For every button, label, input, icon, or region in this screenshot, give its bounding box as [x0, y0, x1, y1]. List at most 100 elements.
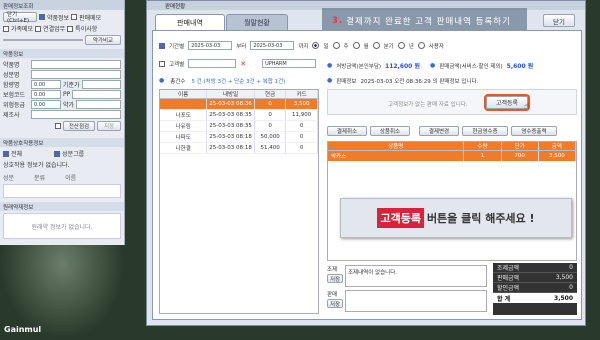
radio-label: 년 — [408, 43, 414, 50]
background-photo: Gainmul — [0, 245, 125, 340]
col-header: 분류 — [34, 175, 46, 182]
cell: 3,500 — [539, 151, 576, 161]
radio-label: 분기 — [383, 43, 394, 50]
radio-week[interactable] — [332, 42, 340, 49]
sale-value: 5,600 원 — [506, 63, 534, 70]
logo: Gainmul — [4, 325, 42, 334]
save-button[interactable]: 저장 — [97, 121, 121, 131]
sale-memo[interactable] — [345, 290, 487, 312]
close-window-button[interactable]: 닫기 — [543, 14, 575, 27]
interaction-empty: 상호작용 정보가 없습니다. — [3, 162, 70, 169]
table-row[interactable]: 나유림 25-03-03 08:35 0 0 — [160, 121, 318, 132]
dispense-memo[interactable]: 조제내역이 없습니다. — [345, 265, 487, 287]
item-row[interactable]: 박카스 1 700 3,500 — [328, 151, 576, 162]
value-field — [72, 90, 121, 99]
col-header: 이름 — [160, 90, 208, 98]
tab-sales-history[interactable]: 판매내역 — [155, 14, 225, 30]
sales-panel: 기간별 2025-03-03 부터 2025-03-03 까지 일 주 월 분기… — [152, 30, 582, 320]
linked-task-label: 연결업무 — [43, 26, 66, 33]
drug-name-field[interactable] — [31, 60, 121, 69]
col-header: 단가 — [502, 142, 539, 150]
family-memo-check[interactable] — [3, 25, 9, 32]
all-check[interactable] — [3, 150, 9, 157]
register-customer-button[interactable]: 고객등록 — [484, 94, 530, 111]
col-header: 현금 — [255, 90, 287, 98]
customer-input[interactable] — [188, 59, 237, 68]
memo-save-button[interactable]: 저장 — [327, 299, 343, 308]
memo-save-button[interactable]: 저장 — [327, 274, 343, 283]
cell — [160, 99, 208, 109]
close-button[interactable]: 닫기(Ctrl+E) — [3, 12, 37, 24]
cell: 나유림 — [160, 121, 208, 131]
cell: 50,000 — [255, 132, 287, 142]
print-receipt-button[interactable]: 영수증출력 — [511, 126, 557, 136]
cell: 51,400 — [255, 143, 287, 153]
cash-receipt-button[interactable]: 현금영수증 — [462, 126, 508, 136]
cell: 0 — [286, 132, 318, 142]
price-compare-button[interactable]: 약가비교 — [85, 35, 121, 45]
drug-info-check[interactable] — [39, 14, 45, 20]
sale-label: 판매금액(서비스·할인 제외) — [439, 63, 503, 70]
cell: 25-03-03 08:35 — [207, 121, 255, 131]
date-to-input[interactable]: 2025-03-03 — [250, 41, 295, 50]
slider-track[interactable] — [3, 39, 83, 41]
cell: 700 — [502, 151, 539, 161]
cancel-item-button[interactable]: 상품취소 — [370, 126, 410, 136]
cell: 0 — [255, 110, 287, 120]
value-field — [81, 80, 121, 89]
change-payment-button[interactable]: 결제변경 — [419, 126, 459, 136]
store-select[interactable]: UPHARM — [262, 59, 317, 68]
field-label: 위험등급 — [3, 102, 26, 109]
radio-month[interactable] — [352, 42, 360, 49]
memo-section-title: 원래약재정보 — [0, 202, 124, 211]
linked-task-check[interactable] — [35, 25, 42, 32]
field-label: 함량명 — [3, 82, 20, 89]
radio-year[interactable] — [397, 42, 405, 49]
field-label: 보험코드 — [3, 92, 26, 99]
table-row[interactable]: 나한결 25-03-03 08:18 51,400 0 — [160, 143, 318, 154]
value-field — [76, 100, 121, 109]
memo-label: 조제 — [327, 267, 338, 273]
memo-label: 판매 — [327, 292, 338, 298]
col-header: 카드 — [286, 90, 318, 98]
period-label: 기간별 — [169, 43, 185, 50]
cell: 박카스 — [328, 151, 465, 161]
special-label: 특이사항 — [75, 26, 98, 33]
customer-check[interactable] — [159, 60, 165, 67]
sale-memo-check[interactable] — [71, 14, 78, 20]
check-run-button[interactable]: 전산점검 — [63, 121, 95, 131]
drug-info-label: 약품정보 — [47, 14, 70, 22]
interaction-section-title: 약품상호작용정보 — [0, 138, 124, 147]
check-label: 전체 — [11, 151, 23, 158]
cell: 나포도 — [160, 110, 208, 120]
ingredient-field[interactable] — [31, 70, 121, 79]
customer-label: 고객별 — [169, 61, 185, 68]
radio-custom[interactable] — [417, 42, 425, 49]
total-row: 할인금액 0 — [493, 283, 577, 293]
special-check[interactable] — [67, 25, 74, 32]
group-check[interactable] — [54, 150, 61, 157]
check-run-check[interactable] — [55, 123, 61, 129]
maker-field[interactable] — [31, 110, 121, 119]
memo-empty: 원래약 정보가 없습니다. — [3, 213, 121, 239]
cell: 25-03-03 08:18 — [207, 132, 255, 142]
period-check[interactable] — [159, 42, 165, 49]
field-label: 제조사 — [3, 112, 20, 119]
items-header: 상품명 수량 단가 금액 — [328, 142, 576, 151]
radio-label: 월 — [363, 43, 369, 50]
table-row[interactable]: 나포도 25-03-03 08:35 0 11,900 — [160, 110, 318, 121]
count-text: 5 건 (처방 3건 + 단순 3건 + 복합 1건) — [191, 79, 286, 85]
field-label: PP — [63, 91, 71, 98]
tab-monthly[interactable]: 월말현황 — [226, 14, 288, 30]
value-field: 0.00 — [31, 90, 61, 99]
cancel-payment-button[interactable]: 결제취소 — [327, 126, 367, 136]
radio-quarter[interactable] — [372, 42, 380, 49]
step-number: 3. — [332, 16, 344, 26]
radio-day[interactable] — [312, 42, 320, 49]
bullet-icon: ● — [327, 77, 333, 84]
col-header: 상품명 — [328, 142, 465, 150]
table-row[interactable]: 나파도 25-03-03 08:18 50,000 0 — [160, 132, 318, 143]
table-row[interactable]: 25-03-03 08:36 0 3,500 — [160, 99, 318, 110]
clear-icon[interactable]: ✕ — [240, 60, 246, 68]
date-from-input[interactable]: 2025-03-03 — [188, 41, 233, 50]
